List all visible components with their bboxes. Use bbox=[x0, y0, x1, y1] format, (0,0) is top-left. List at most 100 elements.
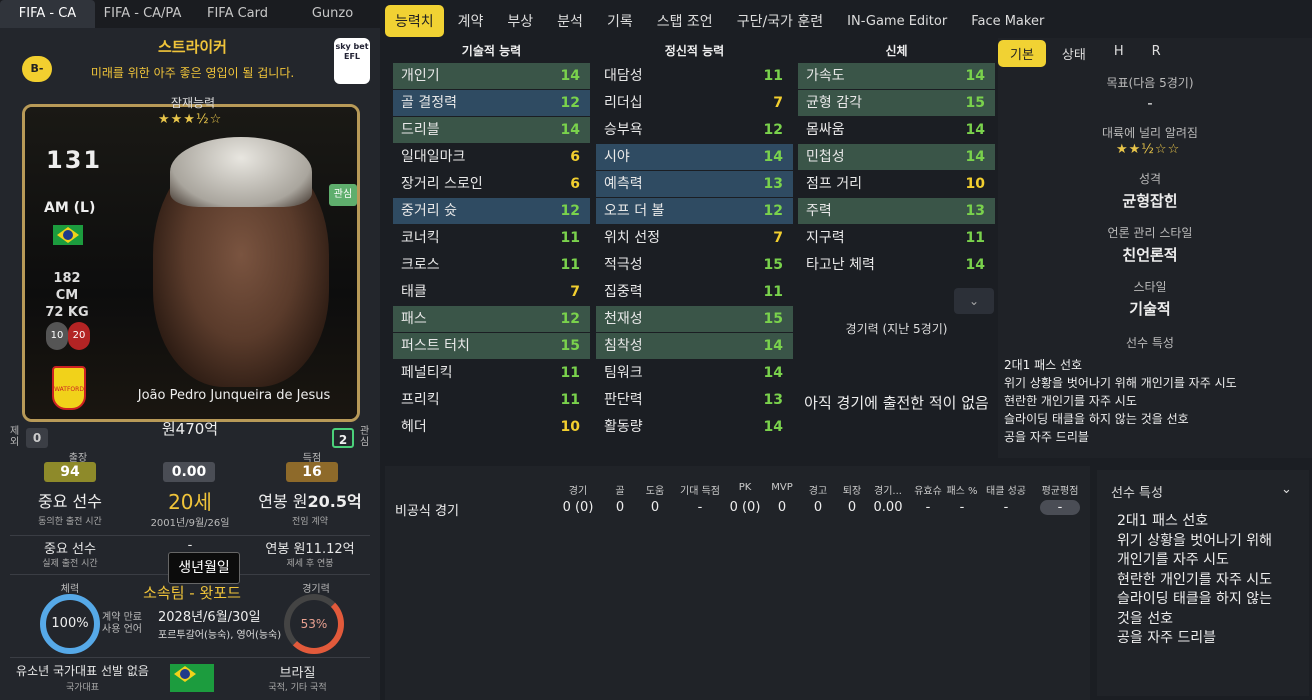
height-weight: 182 CM 72 KG bbox=[42, 270, 92, 321]
mental-attribute-row[interactable]: 판단력 13 bbox=[596, 387, 793, 413]
tab-fifa-ca[interactable]: FIFA - CA bbox=[0, 0, 95, 28]
physical-attribute-row[interactable]: 타고난 체력 14 bbox=[798, 252, 995, 278]
mental-attribute-row[interactable]: 리더십 7 bbox=[596, 90, 793, 116]
interest-tag[interactable]: 관심 bbox=[329, 184, 357, 206]
potential-label: 잠재능력 bbox=[170, 96, 216, 110]
tab-gunzo[interactable]: Gunzo bbox=[285, 0, 380, 28]
attribute-name: 팀워크 bbox=[604, 365, 643, 381]
mental-attribute-row[interactable]: 집중력 11 bbox=[596, 279, 793, 305]
stats-column-header[interactable]: 평균평점 bbox=[1030, 482, 1090, 497]
mental-attribute-row[interactable]: 오프 더 볼 12 bbox=[596, 198, 793, 224]
wage: 연봉 원20.5억 bbox=[250, 488, 370, 512]
contract-expiry-label: 계약 만료 bbox=[102, 612, 142, 623]
attribute-value: 14 bbox=[965, 122, 985, 138]
physical-attribute-row[interactable]: 몸싸움 14 bbox=[798, 117, 995, 143]
technical-attribute-row[interactable]: 골 결정력 12 bbox=[393, 90, 590, 116]
interest-count[interactable]: 2 bbox=[332, 428, 354, 448]
attribute-name: 타고난 체력 bbox=[806, 257, 875, 273]
physical-attribute-row[interactable]: 점프 거리 10 bbox=[798, 171, 995, 197]
tab-contract[interactable]: 계약 bbox=[448, 5, 494, 37]
mental-attribute-row[interactable]: 대담성 11 bbox=[596, 63, 793, 89]
club-crest-icon: WATFORD bbox=[52, 366, 86, 410]
technical-attribute-row[interactable]: 개인기 14 bbox=[393, 63, 590, 89]
interest-side-label: 관심 bbox=[360, 426, 370, 448]
technical-attribute-row[interactable]: 퍼스트 터치 15 bbox=[393, 333, 590, 359]
technical-attribute-row[interactable]: 중거리 슛 12 bbox=[393, 198, 590, 224]
tab-status[interactable]: 상태 bbox=[1050, 40, 1098, 67]
age: 20세 bbox=[168, 490, 212, 514]
attribute-name: 코너킥 bbox=[401, 230, 440, 246]
attribute-value: 12 bbox=[560, 203, 580, 219]
tab-fifa-ca-pa[interactable]: FIFA - CA/PA bbox=[95, 0, 190, 28]
tab-records[interactable]: 기록 bbox=[597, 5, 643, 37]
attribute-name: 판단력 bbox=[604, 392, 643, 408]
rating-badge: 0.00 bbox=[163, 462, 215, 482]
mental-attribute-row[interactable]: 천재성 15 bbox=[596, 306, 793, 332]
divider bbox=[10, 657, 370, 658]
attribute-value: 11 bbox=[763, 284, 783, 300]
physical-header: 신체 bbox=[885, 44, 908, 58]
tab-basic[interactable]: 기본 bbox=[998, 40, 1046, 67]
attribute-value: 13 bbox=[763, 176, 783, 192]
physical-attribute-row[interactable]: 주력 13 bbox=[798, 198, 995, 224]
mental-attribute-row[interactable]: 침착성 14 bbox=[596, 333, 793, 359]
trait-line: 것을 선호 bbox=[1117, 610, 1173, 627]
tab-h[interactable]: H bbox=[1102, 40, 1136, 67]
technical-attribute-row[interactable]: 태클 7 bbox=[393, 279, 590, 305]
technical-attribute-row[interactable]: 드리블 14 bbox=[393, 117, 590, 143]
attribute-value: 14 bbox=[965, 257, 985, 273]
tab-injury[interactable]: 부상 bbox=[497, 5, 543, 37]
mental-attribute-row[interactable]: 시야 14 bbox=[596, 144, 793, 170]
actual-dash: - bbox=[187, 538, 193, 553]
birthdate-tooltip: 생년월일 bbox=[168, 552, 240, 584]
mental-attribute-row[interactable]: 예측력 13 bbox=[596, 171, 793, 197]
technical-attribute-row[interactable]: 헤더 10 bbox=[393, 414, 590, 440]
tab-fifa-card[interactable]: FIFA Card bbox=[190, 0, 285, 28]
mental-attribute-row[interactable]: 적극성 15 bbox=[596, 252, 793, 278]
tab-face-maker[interactable]: Face Maker bbox=[961, 8, 1054, 35]
exclude-count[interactable]: 0 bbox=[26, 428, 48, 448]
grade-badge: B- bbox=[22, 56, 52, 82]
attribute-name: 시야 bbox=[604, 149, 630, 165]
wage-amount: 20.5억 bbox=[307, 492, 362, 511]
physical-attribute-row[interactable]: 균형 감각 15 bbox=[798, 90, 995, 116]
chevron-down-icon[interactable]: ⌄ bbox=[954, 288, 994, 314]
media-style: 친언론적 bbox=[1122, 246, 1178, 264]
mental-attribute-row[interactable]: 활동량 14 bbox=[596, 414, 793, 440]
attribute-name: 장거리 스로인 bbox=[401, 176, 483, 192]
technical-attribute-row[interactable]: 크로스 11 bbox=[393, 252, 590, 278]
style-label: 스타일 bbox=[1133, 280, 1167, 294]
technical-attribute-row[interactable]: 장거리 스로인 6 bbox=[393, 171, 590, 197]
technical-attribute-row[interactable]: 일대일마크 6 bbox=[393, 144, 590, 170]
physical-attribute-row[interactable]: 민첩성 14 bbox=[798, 144, 995, 170]
mental-attribute-row[interactable]: 승부욕 12 bbox=[596, 117, 793, 143]
trait-line: 공을 자주 드리블 bbox=[1117, 630, 1217, 646]
tab-staff-advice[interactable]: 스탭 조언 bbox=[647, 5, 723, 37]
player-photo-hair bbox=[170, 137, 312, 207]
attribute-value: 14 bbox=[560, 68, 580, 84]
stats-column-header[interactable]: 태클 성공 bbox=[976, 482, 1036, 497]
attribute-value: 11 bbox=[560, 365, 580, 381]
chevron-down-icon[interactable]: ⌄ bbox=[1281, 482, 1292, 497]
tab-ingame-editor[interactable]: IN-Game Editor bbox=[837, 8, 957, 35]
technical-attribute-row[interactable]: 페널티킥 11 bbox=[393, 360, 590, 386]
tab-training[interactable]: 구단/국가 훈련 bbox=[727, 5, 833, 37]
traits-box-list: 2대1 패스 선호 위기 상황을 벗어나기 위해 개인기를 자주 시도 현란한 … bbox=[1117, 512, 1272, 649]
technical-attribute-row[interactable]: 패스 12 bbox=[393, 306, 590, 332]
tab-r[interactable]: R bbox=[1140, 40, 1173, 67]
trait-item: 현란한 개인기를 자주 시도 bbox=[1004, 394, 1137, 408]
attribute-name: 승부욕 bbox=[604, 122, 643, 138]
mental-attribute-row[interactable]: 팀워크 14 bbox=[596, 360, 793, 386]
trait-line: 개인기를 자주 시도 bbox=[1117, 552, 1229, 568]
traits-box-label: 선수 특성 bbox=[1111, 486, 1163, 501]
tab-attributes[interactable]: 능력치 bbox=[385, 5, 444, 37]
technical-attribute-row[interactable]: 프리킥 11 bbox=[393, 387, 590, 413]
technical-attribute-row[interactable]: 코너킥 11 bbox=[393, 225, 590, 251]
stats-cell: - bbox=[1003, 500, 1009, 515]
physical-attribute-row[interactable]: 가속도 14 bbox=[798, 63, 995, 89]
physical-attribute-row[interactable]: 지구력 11 bbox=[798, 225, 995, 251]
mental-attribute-row[interactable]: 위치 선정 7 bbox=[596, 225, 793, 251]
tab-analysis[interactable]: 분석 bbox=[547, 5, 593, 37]
attribute-value: 15 bbox=[763, 257, 783, 273]
personality-label: 성격 bbox=[1138, 172, 1162, 186]
